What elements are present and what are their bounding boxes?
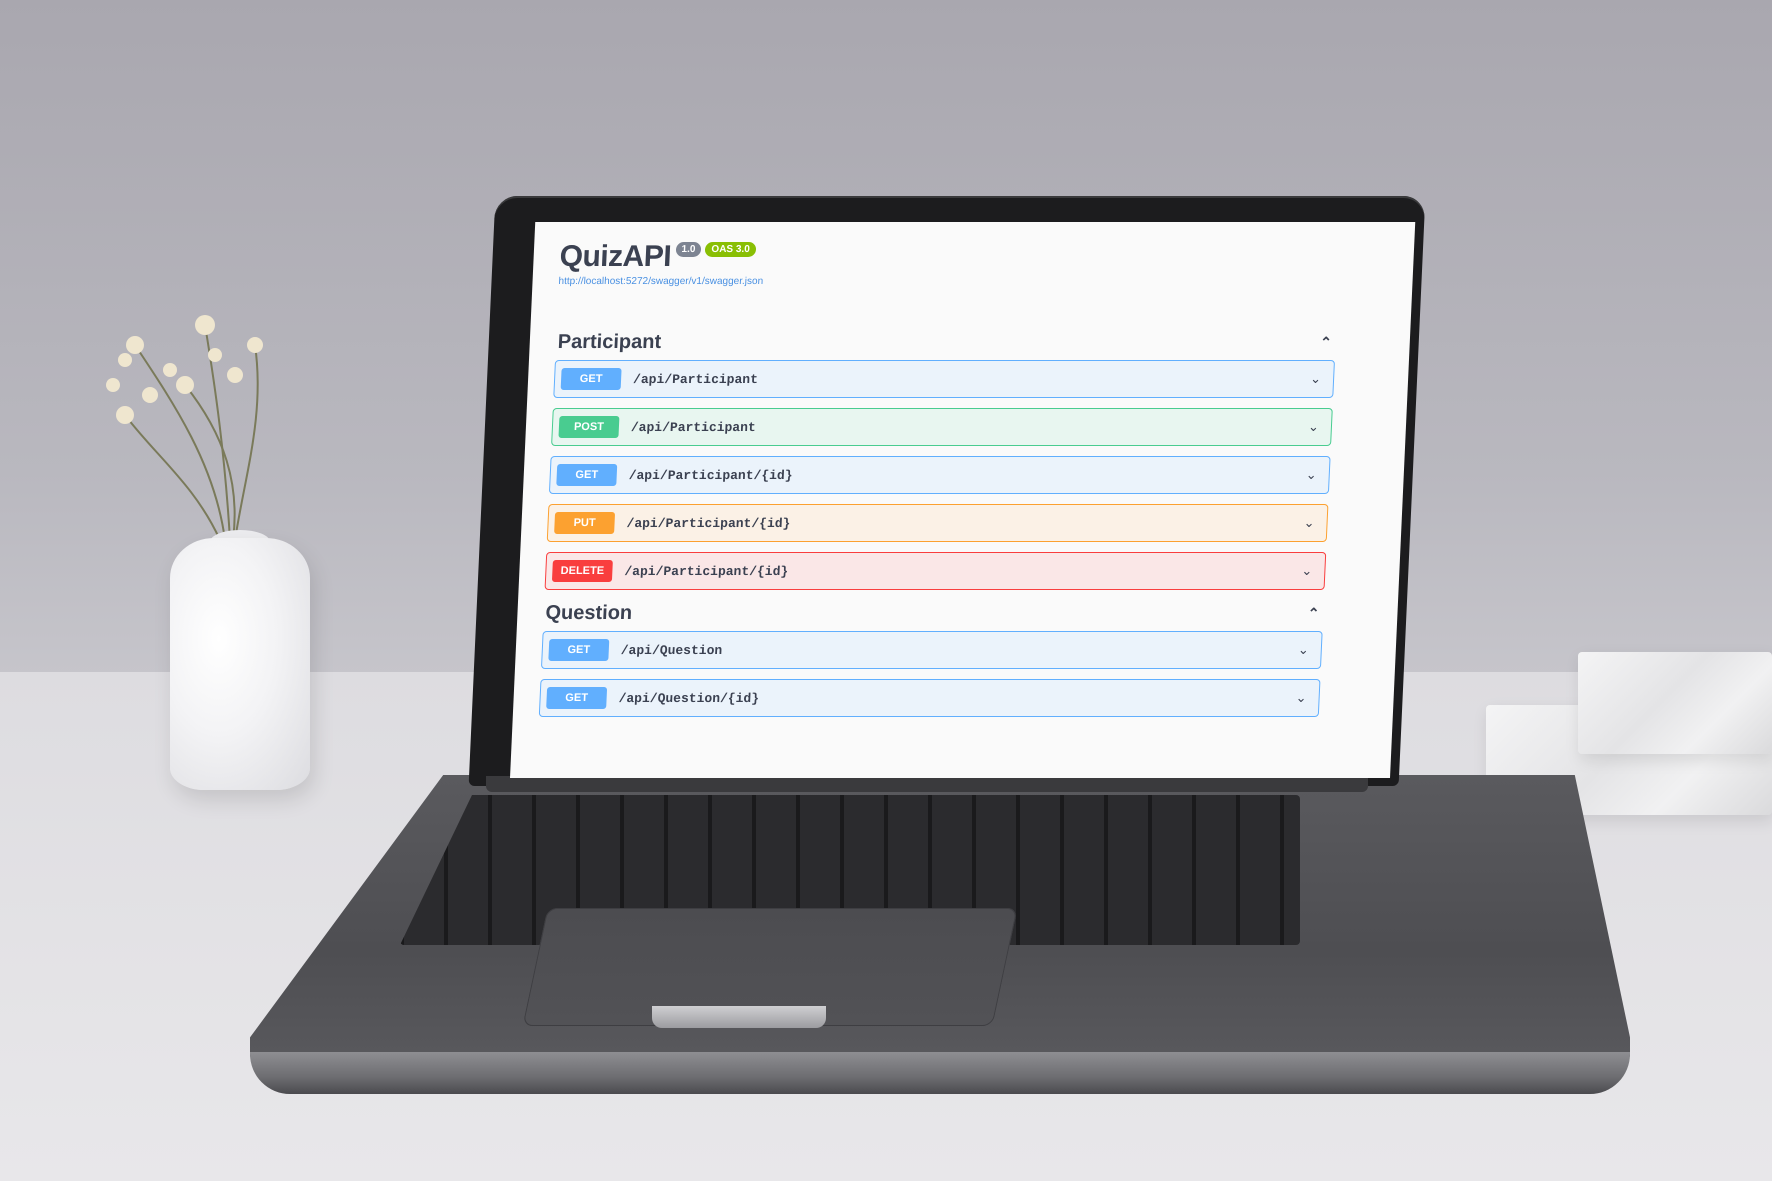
chevron-down-icon[interactable]: ⌄: [1301, 563, 1313, 579]
info-header: QuizAPI 1.0 OAS 3.0: [559, 240, 1341, 274]
section-header[interactable]: Question ⌃: [543, 602, 1324, 631]
dried-flowers: [106, 315, 263, 541]
marble-block-top: [1578, 652, 1772, 754]
chevron-up-icon[interactable]: ⌃: [1307, 605, 1319, 622]
chevron-up-icon[interactable]: ⌃: [1320, 334, 1332, 351]
chevron-down-icon[interactable]: ⌄: [1310, 371, 1322, 387]
section-header[interactable]: Participant ⌃: [555, 331, 1336, 360]
operation-delete-participant[interactable]: DELETE /api/Participant/{id} ⌄: [544, 552, 1327, 590]
method-badge: DELETE: [551, 560, 613, 582]
method-badge: PUT: [554, 512, 616, 534]
laptop-screen: QuizAPI 1.0 OAS 3.0 http://localhost:527…: [510, 222, 1416, 778]
operation-path: /api/Participant: [630, 419, 757, 435]
section-participant: Participant ⌃ GET /api/Participant ⌄ POS…: [544, 331, 1337, 590]
method-badge: POST: [558, 416, 620, 438]
lid-notch: [652, 1006, 826, 1028]
white-vase: [170, 538, 310, 790]
section-title: Question: [544, 602, 633, 624]
method-badge: GET: [548, 639, 610, 661]
operation-post-participant[interactable]: POST /api/Participant ⌄: [551, 408, 1333, 446]
operation-get-question[interactable]: GET /api/Question ⌄: [540, 631, 1323, 669]
operation-get-participant[interactable]: GET /api/Participant ⌄: [553, 360, 1335, 398]
swagger-ui: QuizAPI 1.0 OAS 3.0 http://localhost:527…: [538, 234, 1340, 727]
chevron-down-icon[interactable]: ⌄: [1303, 515, 1315, 531]
chevron-down-icon[interactable]: ⌄: [1298, 642, 1310, 658]
method-badge: GET: [556, 464, 618, 486]
spec-url-link[interactable]: http://localhost:5272/swagger/v1/swagger…: [558, 276, 1338, 287]
oas-badge: OAS 3.0: [705, 242, 757, 257]
operation-put-participant[interactable]: PUT /api/Participant/{id} ⌄: [546, 504, 1329, 542]
method-badge: GET: [546, 687, 608, 709]
operation-get-participant-by-id[interactable]: GET /api/Participant/{id} ⌄: [548, 456, 1331, 494]
api-title: QuizAPI: [558, 240, 672, 273]
operation-path: /api/Question/{id}: [618, 690, 760, 706]
operation-path: /api/Participant: [632, 371, 759, 387]
operation-path: /api/Participant/{id}: [628, 467, 793, 483]
chevron-down-icon[interactable]: ⌄: [1295, 690, 1307, 706]
section-title: Participant: [557, 331, 662, 353]
version-badge: 1.0: [675, 242, 702, 257]
operation-path: /api/Participant/{id}: [624, 563, 789, 579]
chevron-down-icon[interactable]: ⌄: [1305, 467, 1318, 483]
method-badge: GET: [560, 368, 622, 390]
operation-get-question-by-id[interactable]: GET /api/Question/{id} ⌄: [538, 679, 1321, 717]
laptop-hinge: [486, 776, 1368, 792]
operation-path: /api/Participant/{id}: [626, 515, 791, 531]
chevron-down-icon[interactable]: ⌄: [1308, 419, 1320, 435]
laptop-base-edge: [250, 1052, 1630, 1094]
operation-path: /api/Question: [620, 642, 723, 658]
section-question: Question ⌃ GET /api/Question ⌄ GET /api/…: [538, 602, 1324, 717]
